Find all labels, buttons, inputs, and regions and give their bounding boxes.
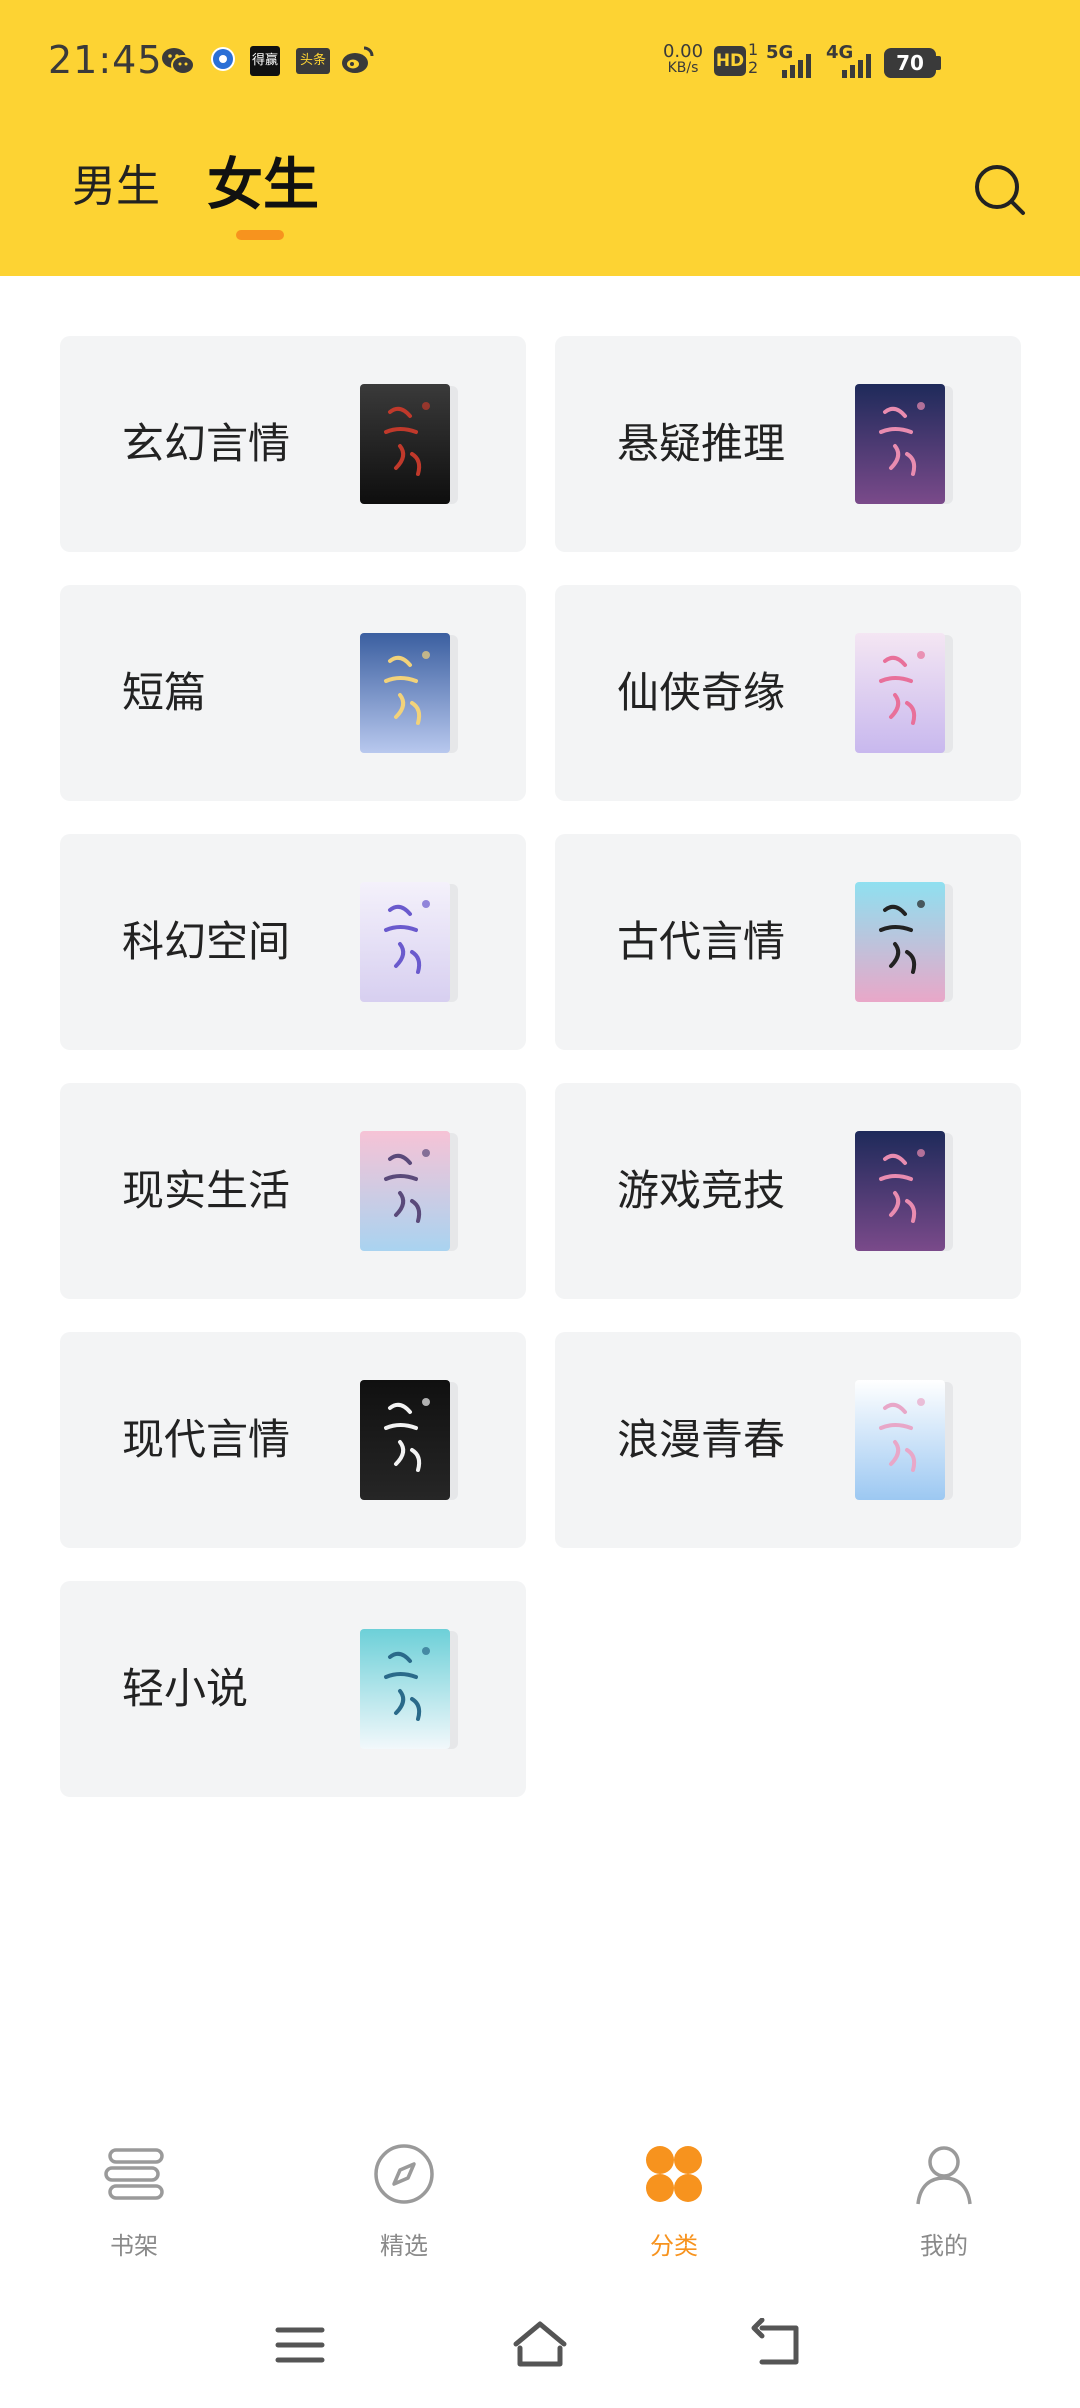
toutiao-text: 头条 [299, 53, 326, 68]
category-card[interactable]: 古代言情 [555, 834, 1021, 1050]
nav-category[interactable]: 分类 [584, 2130, 764, 2270]
category-label: 古代言情 [617, 917, 786, 966]
category-card[interactable]: 科幻空间 [60, 834, 526, 1050]
home-icon[interactable] [510, 2318, 570, 2372]
category-label: 短篇 [122, 668, 207, 717]
active-tab-indicator [236, 230, 284, 240]
net-speed-unit: KB/s [667, 60, 699, 76]
gender-tabs: 男生 女生 [0, 140, 1080, 260]
book-cover-image [855, 384, 945, 504]
category-card[interactable]: 现实生活 [60, 1083, 526, 1299]
app-badge-icon: 得赢 [250, 46, 280, 76]
nav-label-profile: 我的 [920, 2232, 968, 2260]
category-card[interactable]: 悬疑推理 [555, 336, 1021, 552]
category-label: 仙侠奇缘 [617, 668, 786, 717]
system-nav-bar [0, 2300, 1080, 2390]
category-label: 现代言情 [122, 1415, 291, 1464]
category-card[interactable]: 轻小说 [60, 1581, 526, 1797]
battery-tip [936, 56, 941, 70]
sim1-label: 1 [748, 40, 759, 59]
category-icon [646, 2146, 702, 2202]
category-card[interactable]: 短篇 [60, 585, 526, 801]
net-speed-value: 0.00 [662, 41, 704, 62]
battery-level: 70 [896, 51, 924, 75]
status-time: 21:45 [48, 38, 163, 82]
bookshelf-icon [104, 2148, 164, 2200]
sim2-label: 2 [748, 58, 759, 77]
nav-label-featured: 精选 [380, 2232, 428, 2260]
toutiao-icon: 头条 [296, 48, 330, 74]
category-label: 轻小说 [122, 1664, 249, 1713]
category-card[interactable]: 玄幻言情 [60, 336, 526, 552]
search-icon[interactable] [972, 162, 1028, 218]
book-cover-image [360, 882, 450, 1002]
signal-bars-2-icon [842, 54, 871, 78]
category-label: 现实生活 [122, 1166, 291, 1215]
category-card[interactable]: 现代言情 [60, 1332, 526, 1548]
category-card[interactable]: 仙侠奇缘 [555, 585, 1021, 801]
header: 21:45 得赢 头条 0.00 KB/s HD 1 2 5G 4G 70 男生… [0, 0, 1080, 276]
book-cover-image [360, 1380, 450, 1500]
menu-icon[interactable] [270, 2318, 330, 2372]
book-cover-image [360, 633, 450, 753]
nav-profile[interactable]: 我的 [854, 2130, 1034, 2270]
wechat-icon [162, 48, 195, 75]
profile-icon [916, 2146, 972, 2205]
nav-featured[interactable]: 精选 [314, 2130, 494, 2270]
weibo-icon [342, 46, 374, 73]
bottom-nav: 书架 精选 分类 我的 [0, 2130, 1080, 2270]
book-cover-image [360, 1629, 450, 1749]
net-speed: 0.00 KB/s [660, 41, 706, 77]
category-label: 科幻空间 [122, 917, 291, 966]
nav-label-category: 分类 [650, 2232, 698, 2260]
hd-icon: HD [714, 46, 746, 76]
book-cover-image [855, 1131, 945, 1251]
signal-bars-icon [782, 54, 811, 78]
book-cover-image [360, 1131, 450, 1251]
nav-label-bookshelf: 书架 [110, 2232, 158, 2260]
compass-icon [374, 2144, 434, 2204]
category-label: 游戏竞技 [617, 1166, 786, 1215]
tab-female[interactable]: 女生 [207, 140, 319, 221]
category-card[interactable]: 游戏竞技 [555, 1083, 1021, 1299]
browser-icon [211, 47, 235, 71]
category-card[interactable]: 浪漫青春 [555, 1332, 1021, 1548]
category-label: 玄幻言情 [122, 419, 291, 468]
nav-bookshelf[interactable]: 书架 [44, 2130, 224, 2270]
category-label: 悬疑推理 [617, 419, 786, 468]
hd-label: HD [715, 51, 745, 71]
app-badge-text: 得赢 [251, 53, 278, 68]
back-icon[interactable] [750, 2318, 810, 2372]
tab-male[interactable]: 男生 [72, 150, 160, 214]
book-cover-image [855, 882, 945, 1002]
battery-icon: 70 [884, 48, 936, 78]
book-cover-image [855, 633, 945, 753]
category-label: 浪漫青春 [617, 1415, 786, 1464]
status-bar: 21:45 得赢 头条 0.00 KB/s HD 1 2 5G 4G 70 [0, 0, 1080, 128]
book-cover-image [855, 1380, 945, 1500]
book-cover-image [360, 384, 450, 504]
